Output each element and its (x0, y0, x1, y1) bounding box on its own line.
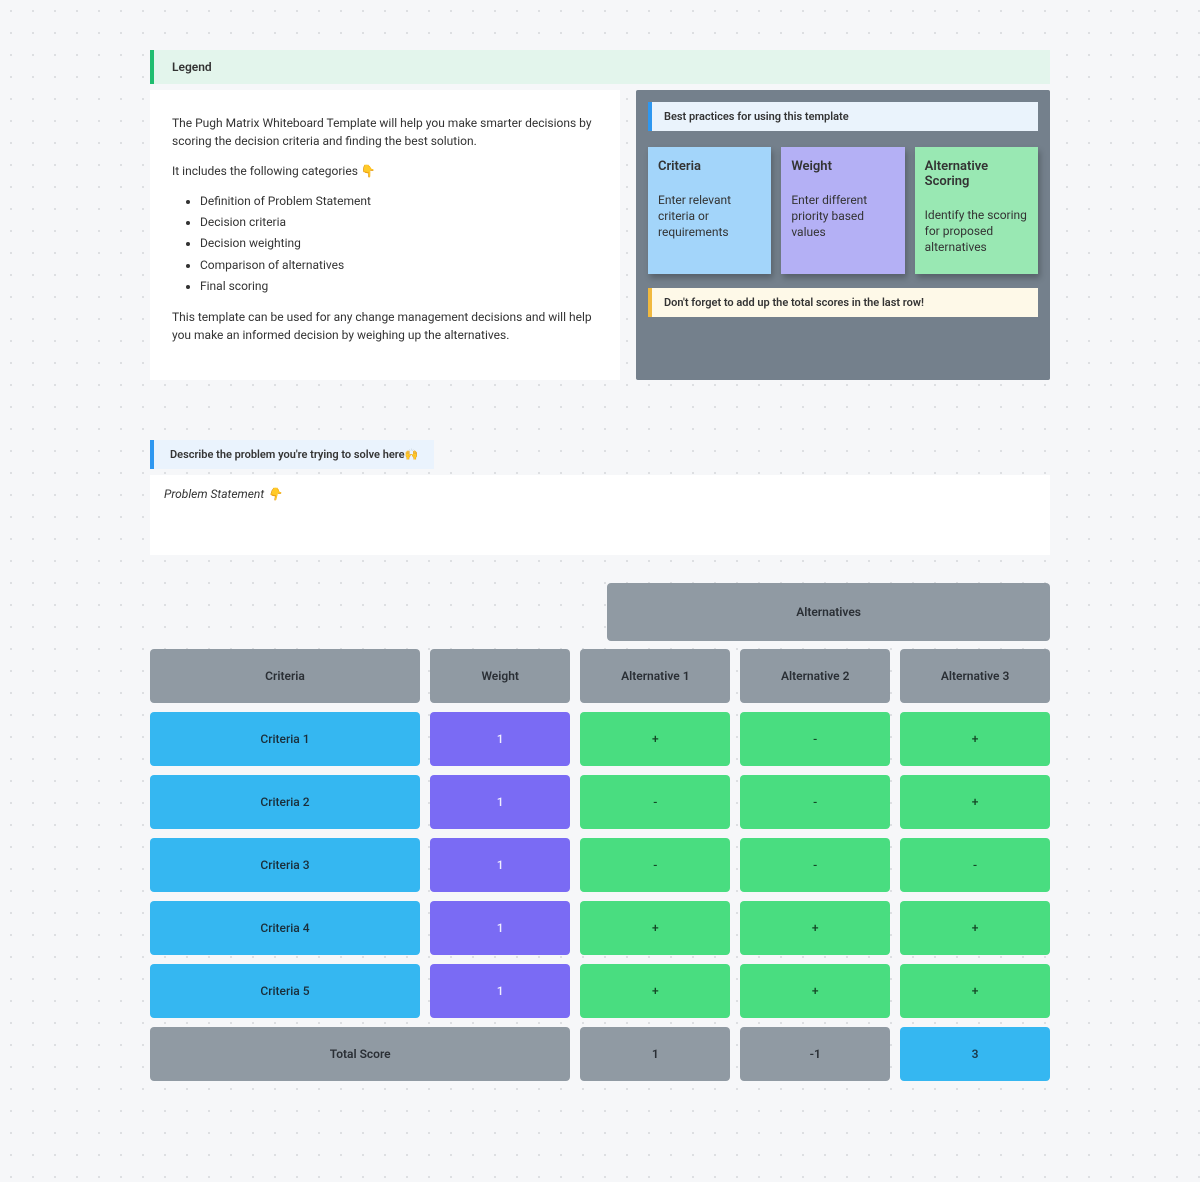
total-alt2: -1 (740, 1027, 890, 1081)
sticky-body: Enter relevant criteria or requirements (658, 192, 761, 241)
legend-title: Legend (172, 60, 212, 74)
sticky-title: Weight (791, 159, 894, 174)
desc-includes: It includes the following categories 👇 (172, 162, 598, 180)
header-alt3: Alternative 3 (900, 649, 1050, 703)
header-alt1: Alternative 1 (580, 649, 730, 703)
score-cell[interactable]: + (740, 964, 890, 1018)
desc-item: Definition of Problem Statement (200, 192, 598, 211)
sticky-criteria[interactable]: Criteria Enter relevant criteria or requ… (648, 147, 771, 274)
criteria-cell[interactable]: Criteria 5 (150, 964, 420, 1018)
best-practices-panel: Best practices for using this template C… (636, 90, 1050, 380)
problem-prompt: Describe the problem you're trying to so… (150, 440, 434, 469)
desc-outro: This template can be used for any change… (172, 308, 598, 344)
desc-intro: The Pugh Matrix Whiteboard Template will… (172, 114, 598, 150)
alternatives-header: Alternatives (607, 583, 1050, 641)
desc-item: Comparison of alternatives (200, 256, 598, 275)
pugh-matrix: Alternatives Criteria Weight Alternative… (150, 583, 1050, 1081)
score-cell[interactable]: - (740, 838, 890, 892)
header-alt2: Alternative 2 (740, 649, 890, 703)
matrix-row: Criteria 4 1 + + + (150, 901, 1050, 955)
total-alt1: 1 (580, 1027, 730, 1081)
criteria-cell[interactable]: Criteria 3 (150, 838, 420, 892)
weight-cell[interactable]: 1 (430, 775, 570, 829)
score-cell[interactable]: + (580, 901, 730, 955)
desc-list: Definition of Problem Statement Decision… (172, 192, 598, 296)
problem-statement-area[interactable]: Problem Statement 👇 (150, 475, 1050, 555)
score-cell[interactable]: - (580, 838, 730, 892)
sticky-title: Alternative Scoring (925, 159, 1028, 189)
total-label: Total Score (150, 1027, 570, 1081)
sticky-weight[interactable]: Weight Enter different priority based va… (781, 147, 904, 274)
score-cell[interactable]: + (740, 901, 890, 955)
score-cell[interactable]: + (900, 964, 1050, 1018)
weight-cell[interactable]: 1 (430, 712, 570, 766)
total-row: Total Score 1 -1 3 (150, 1027, 1050, 1081)
practices-header: Best practices for using this template (648, 102, 1038, 131)
score-cell[interactable]: - (740, 775, 890, 829)
score-cell[interactable]: + (580, 712, 730, 766)
score-cell[interactable]: - (900, 838, 1050, 892)
sticky-body: Enter different priority based values (791, 192, 894, 241)
weight-cell[interactable]: 1 (430, 964, 570, 1018)
score-cell[interactable]: - (740, 712, 890, 766)
matrix-row: Criteria 1 1 + - + (150, 712, 1050, 766)
score-cell[interactable]: + (580, 964, 730, 1018)
weight-cell[interactable]: 1 (430, 838, 570, 892)
header-criteria: Criteria (150, 649, 420, 703)
sticky-title: Criteria (658, 159, 761, 174)
desc-item: Decision criteria (200, 213, 598, 232)
score-cell[interactable]: + (900, 901, 1050, 955)
header-weight: Weight (430, 649, 570, 703)
criteria-cell[interactable]: Criteria 1 (150, 712, 420, 766)
problem-label: Problem Statement 👇 (164, 487, 282, 501)
total-alt3: 3 (900, 1027, 1050, 1081)
practices-reminder: Don't forget to add up the total scores … (648, 288, 1038, 317)
desc-item: Decision weighting (200, 234, 598, 253)
sticky-alternative[interactable]: Alternative Scoring Identify the scoring… (915, 147, 1038, 274)
score-cell[interactable]: - (580, 775, 730, 829)
matrix-row: Criteria 2 1 - - + (150, 775, 1050, 829)
matrix-row: Criteria 3 1 - - - (150, 838, 1050, 892)
description-panel: The Pugh Matrix Whiteboard Template will… (150, 90, 620, 380)
matrix-row: Criteria 5 1 + + + (150, 964, 1050, 1018)
score-cell[interactable]: + (900, 775, 1050, 829)
desc-item: Final scoring (200, 277, 598, 296)
criteria-cell[interactable]: Criteria 2 (150, 775, 420, 829)
weight-cell[interactable]: 1 (430, 901, 570, 955)
score-cell[interactable]: + (900, 712, 1050, 766)
sticky-body: Identify the scoring for proposed altern… (925, 207, 1028, 256)
legend-banner: Legend (150, 50, 1050, 84)
criteria-cell[interactable]: Criteria 4 (150, 901, 420, 955)
